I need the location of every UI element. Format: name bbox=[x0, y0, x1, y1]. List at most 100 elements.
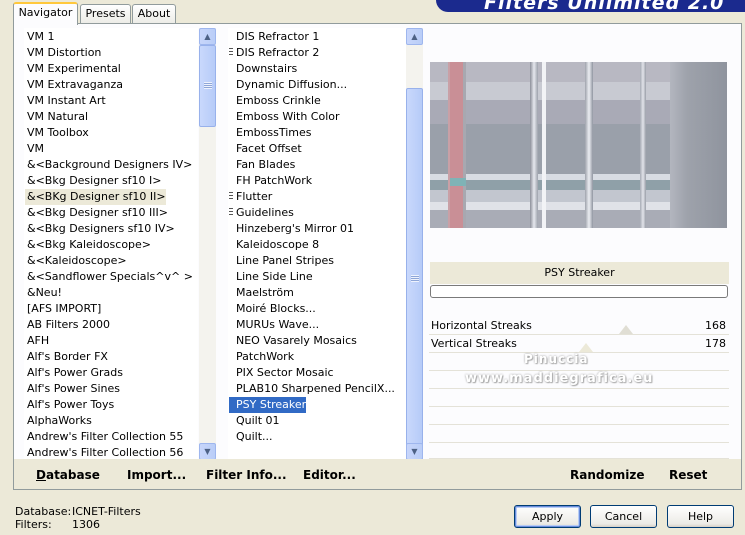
category-item[interactable]: &<Bkg Kaleidoscope> bbox=[25, 237, 151, 253]
tab-presets[interactable]: Presets bbox=[80, 4, 131, 24]
scroll-up-icon[interactable]: ▲ bbox=[406, 28, 423, 45]
category-item[interactable]: VM Natural bbox=[25, 109, 88, 125]
category-item[interactable]: VM Instant Art bbox=[25, 93, 106, 109]
randomize-button[interactable]: Randomize bbox=[570, 467, 644, 483]
filter-item[interactable]: Dynamic Diffusion... bbox=[229, 77, 347, 93]
category-item[interactable]: &<Kaleidoscope> bbox=[25, 253, 127, 269]
filter-item[interactable]: Maelström bbox=[229, 285, 294, 301]
import-button[interactable]: Import... bbox=[127, 467, 186, 483]
tab-navigator[interactable]: Navigator bbox=[13, 2, 78, 25]
category-item[interactable]: &<Sandflower Specials^v^ > bbox=[25, 269, 193, 285]
filter-item-label: DIS Refractor 2 bbox=[236, 46, 320, 59]
reset-button[interactable]: Reset bbox=[669, 467, 707, 483]
category-item-label: VM Toolbox bbox=[27, 126, 89, 139]
category-item[interactable]: AFH bbox=[25, 333, 49, 349]
category-item[interactable]: VM Experimental bbox=[25, 61, 121, 77]
category-item[interactable]: &Neu! bbox=[25, 285, 62, 301]
filter-item-label: Dynamic Diffusion... bbox=[236, 78, 348, 91]
filter-item[interactable]: Line Side Line bbox=[229, 269, 313, 285]
cancel-button[interactable]: Cancel bbox=[590, 505, 657, 528]
category-item[interactable]: Andrew's Filter Collection 56 bbox=[25, 445, 183, 459]
category-item[interactable]: &<Bkg Designer sf10 III> bbox=[25, 205, 168, 221]
filter-item-label: PatchWork bbox=[236, 350, 295, 363]
category-item[interactable]: Andrew's Filter Collection 55 bbox=[25, 429, 183, 445]
category-item[interactable]: &<Bkg Designers sf10 IV> bbox=[25, 221, 175, 237]
category-item[interactable]: &<Bkg Designer sf10 I> bbox=[25, 173, 162, 189]
database-button[interactable]: Database bbox=[36, 467, 100, 483]
filter-item[interactable]: Fan Blades bbox=[229, 157, 295, 173]
filter-item-label: DIS Refractor 1 bbox=[236, 30, 320, 43]
category-item[interactable]: Alf's Power Sines bbox=[25, 381, 120, 397]
database-value: ICNET-Filters bbox=[72, 505, 141, 518]
category-item[interactable]: [AFS IMPORT] bbox=[25, 301, 101, 317]
filter-item[interactable]: EmbossTimes bbox=[229, 125, 312, 141]
filter-item[interactable]: Line Panel Stripes bbox=[229, 253, 334, 269]
category-list-scrollbar[interactable]: ▲ ▼ bbox=[199, 28, 216, 460]
drag-grip-icon bbox=[229, 192, 233, 201]
filter-item[interactable]: Downstairs bbox=[229, 61, 297, 77]
filter-item[interactable]: Hinzeberg's Mirror 01 bbox=[229, 221, 354, 237]
filter-item[interactable]: PLAB10 Sharpened PencilX... bbox=[229, 381, 395, 397]
filter-item[interactable]: PatchWork bbox=[229, 349, 294, 365]
filter-item[interactable]: PIX Sector Mosaic bbox=[229, 365, 334, 381]
category-item[interactable]: &<BKg Designer sf10 II> bbox=[25, 189, 166, 205]
category-item[interactable]: VM 1 bbox=[25, 29, 55, 45]
filter-item[interactable]: PSY Streaker bbox=[229, 397, 307, 413]
category-item[interactable]: VM Toolbox bbox=[25, 125, 89, 141]
category-item[interactable]: VM Distortion bbox=[25, 45, 101, 61]
drag-grip-icon bbox=[229, 208, 233, 217]
category-item[interactable]: VM Extravaganza bbox=[25, 77, 123, 93]
category-item-label: VM Extravaganza bbox=[27, 78, 124, 91]
category-item[interactable]: Alf's Border FX bbox=[25, 349, 108, 365]
slider-thumb[interactable] bbox=[579, 343, 593, 352]
category-item[interactable]: Alf's Power Grads bbox=[25, 365, 123, 381]
scroll-down-icon[interactable]: ▼ bbox=[406, 443, 423, 460]
filter-item-label: Moiré Blocks... bbox=[236, 302, 316, 315]
scroll-down-icon[interactable]: ▼ bbox=[199, 443, 216, 460]
param-slot-empty bbox=[429, 408, 729, 425]
filter-item[interactable]: Quilt 01 bbox=[229, 413, 280, 429]
filter-list[interactable]: DIS Refractor 1 DIS Refractor 2 Downstairs… bbox=[228, 28, 406, 460]
category-item-label: &<Bkg Designer sf10 I> bbox=[27, 174, 162, 187]
filter-item[interactable]: Guidelines bbox=[229, 205, 294, 221]
filter-item[interactable]: Emboss Crinkle bbox=[229, 93, 321, 109]
scroll-thumb[interactable] bbox=[199, 45, 216, 127]
filter-list-scrollbar[interactable]: ▲ ▼ bbox=[406, 28, 423, 470]
filter-item[interactable]: Kaleidoscope 8 bbox=[229, 237, 319, 253]
filter-item[interactable]: Moiré Blocks... bbox=[229, 301, 316, 317]
filter-info-button[interactable]: Filter Info... bbox=[206, 467, 287, 483]
filter-item[interactable]: DIS Refractor 1 bbox=[229, 29, 319, 45]
category-item[interactable]: VM bbox=[25, 141, 44, 157]
scroll-up-icon[interactable]: ▲ bbox=[199, 28, 216, 45]
filter-item[interactable]: Emboss With Color bbox=[229, 109, 340, 125]
apply-button[interactable]: Apply bbox=[514, 505, 581, 528]
category-list[interactable]: VM 1 VM Distortion VM Experimental VM Extra… bbox=[24, 28, 198, 460]
category-item-label: &<Sandflower Specials^v^ > bbox=[27, 270, 193, 283]
scroll-thumb[interactable] bbox=[406, 88, 423, 470]
param-vertical-streaks[interactable]: Vertical Streaks 178 bbox=[429, 335, 729, 353]
filter-item[interactable]: Flutter bbox=[229, 189, 272, 205]
filter-item[interactable]: Facet Offset bbox=[229, 141, 302, 157]
filter-item[interactable]: Quilt... bbox=[229, 429, 273, 445]
tab-about[interactable]: About bbox=[132, 4, 176, 24]
help-button[interactable]: Help bbox=[667, 505, 734, 528]
filter-item[interactable]: DIS Refractor 2 bbox=[229, 45, 319, 61]
editor-button[interactable]: Editor... bbox=[303, 467, 356, 483]
filter-item[interactable]: NEO Vasarely Mosaics bbox=[229, 333, 357, 349]
slider-thumb[interactable] bbox=[619, 325, 633, 334]
category-item-label: VM bbox=[27, 142, 45, 155]
param-slot-empty bbox=[429, 444, 729, 459]
param-value: 178 bbox=[705, 337, 726, 350]
filter-item[interactable]: FH PatchWork bbox=[229, 173, 312, 189]
param-horizontal-streaks[interactable]: Horizontal Streaks 168 bbox=[429, 317, 729, 335]
category-item[interactable]: AB Filters 2000 bbox=[25, 317, 110, 333]
category-item[interactable]: &<Background Designers IV> bbox=[25, 157, 192, 173]
progress-bar bbox=[430, 285, 728, 298]
category-item[interactable]: AlphaWorks bbox=[25, 413, 92, 429]
filter-item-label: PLAB10 Sharpened PencilX... bbox=[236, 382, 395, 395]
category-item-label: &Neu! bbox=[27, 286, 62, 299]
filter-item[interactable]: MURUs Wave... bbox=[229, 317, 319, 333]
filter-item-label: Quilt 01 bbox=[236, 414, 280, 427]
category-item[interactable]: Alf's Power Toys bbox=[25, 397, 114, 413]
filter-item-label: Emboss With Color bbox=[236, 110, 340, 123]
